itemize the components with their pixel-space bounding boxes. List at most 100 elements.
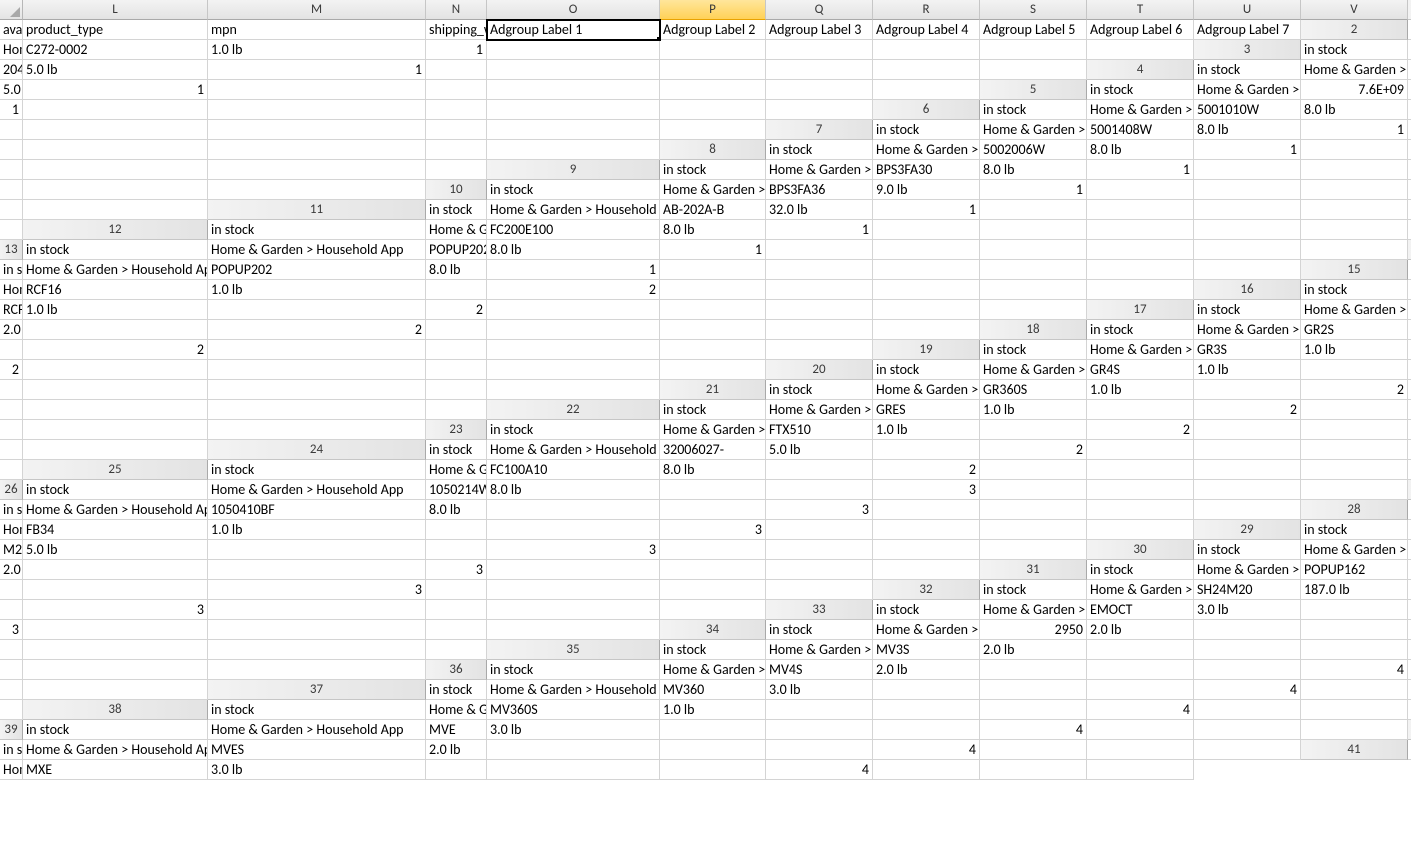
cell-S37[interactable]: 4 <box>1194 680 1301 700</box>
cell-V36[interactable] <box>23 680 208 700</box>
cell-U38[interactable] <box>1301 700 1408 720</box>
cell-R37[interactable] <box>1087 680 1194 700</box>
cell-O2[interactable]: 1.0 lb <box>208 40 426 60</box>
column-header-U[interactable]: U <box>1194 0 1301 20</box>
cell-V27[interactable] <box>1194 500 1301 520</box>
cell-S14[interactable] <box>873 260 980 280</box>
cell-S13[interactable] <box>980 240 1087 260</box>
cell-N3[interactable]: 20464501F <box>0 60 23 80</box>
cell-U39[interactable] <box>1194 720 1301 740</box>
cell-V13[interactable] <box>1301 240 1408 260</box>
row-header-19[interactable]: 19 <box>873 340 980 360</box>
column-header-S[interactable]: S <box>980 0 1087 20</box>
cell-U3[interactable] <box>873 60 980 80</box>
row-header-6[interactable]: 6 <box>873 100 980 120</box>
cell-P20[interactable] <box>1301 360 1408 380</box>
cell-S5[interactable] <box>426 100 487 120</box>
row-header-25[interactable]: 25 <box>23 460 208 480</box>
cell-O39[interactable]: 3.0 lb <box>487 720 660 740</box>
row-header-30[interactable]: 30 <box>1087 540 1194 560</box>
row-header-3[interactable]: 3 <box>1194 40 1301 60</box>
cell-V30[interactable] <box>873 560 980 580</box>
cell-L34[interactable]: in stock <box>766 620 873 640</box>
cell-Q38[interactable] <box>873 700 980 720</box>
cell-Q16[interactable]: 2 <box>426 300 487 320</box>
cell-Q17[interactable]: 2 <box>208 320 426 340</box>
cell-T20[interactable] <box>208 380 426 400</box>
cell-U6[interactable] <box>487 120 660 140</box>
cell-M10[interactable]: Home & Garden > Household App <box>660 180 766 200</box>
cell-S33[interactable] <box>23 620 208 640</box>
cell-N25[interactable]: FC100A10 <box>487 460 660 480</box>
row-header-36[interactable]: 36 <box>426 660 487 680</box>
cell-P5[interactable]: 1 <box>0 100 23 120</box>
cell-M30[interactable]: Home & Garden > Household App <box>1301 540 1408 560</box>
cell-V21[interactable] <box>426 400 487 420</box>
cell-T13[interactable] <box>1087 240 1194 260</box>
cell-R40[interactable] <box>766 740 873 760</box>
cell-Q39[interactable] <box>766 720 873 740</box>
row-header-32[interactable]: 32 <box>873 580 980 600</box>
cell-L11[interactable]: in stock <box>426 200 487 220</box>
cell-S29[interactable] <box>660 540 766 560</box>
cell-T6[interactable] <box>426 120 487 140</box>
cell-S34[interactable] <box>0 640 23 660</box>
cell-P40[interactable] <box>487 740 660 760</box>
cell-R1[interactable]: Adgroup Label 3 <box>766 20 873 40</box>
cell-T12[interactable] <box>1194 220 1301 240</box>
cell-R41[interactable] <box>660 760 766 780</box>
cell-L23[interactable]: in stock <box>487 420 660 440</box>
cell-R19[interactable] <box>23 360 208 380</box>
cell-M22[interactable]: Home & Garden > Household App <box>766 400 873 420</box>
cell-T7[interactable] <box>208 140 426 160</box>
cell-N31[interactable]: POPUP162 <box>1301 560 1408 580</box>
cell-O11[interactable]: 32.0 lb <box>766 200 873 220</box>
cell-Q2[interactable] <box>487 40 660 60</box>
cell-U28[interactable] <box>980 520 1087 540</box>
cell-L35[interactable]: in stock <box>660 640 766 660</box>
row-header-24[interactable]: 24 <box>208 440 426 460</box>
cell-Q8[interactable] <box>1301 140 1408 160</box>
cell-L26[interactable]: in stock <box>23 480 208 500</box>
cell-O16[interactable]: 1.0 lb <box>23 300 208 320</box>
cell-P31[interactable] <box>0 580 23 600</box>
cell-M7[interactable]: Home & Garden > Household App <box>980 120 1087 140</box>
cell-N38[interactable]: MV360S <box>487 700 660 720</box>
cell-N10[interactable]: BPS3FA36 <box>766 180 873 200</box>
cell-N20[interactable]: GR4S <box>1087 360 1194 380</box>
cell-P13[interactable]: 1 <box>660 240 766 260</box>
cell-R7[interactable] <box>0 140 23 160</box>
cell-O32[interactable]: 187.0 lb <box>1301 580 1408 600</box>
cell-M1[interactable]: product_type <box>23 20 208 40</box>
row-header-39[interactable]: 39 <box>0 720 23 740</box>
cell-L1[interactable]: availability <box>0 20 23 40</box>
cell-P26[interactable] <box>660 480 766 500</box>
cell-T4[interactable] <box>660 80 766 100</box>
cell-V20[interactable] <box>487 380 660 400</box>
cell-V8[interactable] <box>426 160 487 180</box>
cell-P37[interactable] <box>873 680 980 700</box>
cell-P12[interactable]: 1 <box>766 220 873 240</box>
cell-V5[interactable] <box>766 100 873 120</box>
cell-P23[interactable] <box>980 420 1087 440</box>
cell-T9[interactable] <box>0 180 23 200</box>
cell-N8[interactable]: 5002006W <box>980 140 1087 160</box>
cell-V2[interactable] <box>1087 40 1194 60</box>
cell-V26[interactable] <box>1301 480 1408 500</box>
cell-U12[interactable] <box>1301 220 1408 240</box>
cell-N34[interactable]: 2950 <box>980 620 1087 640</box>
cell-U1[interactable]: Adgroup Label 6 <box>1087 20 1194 40</box>
cell-S4[interactable] <box>487 80 660 100</box>
cell-U16[interactable] <box>873 300 980 320</box>
cell-M26[interactable]: Home & Garden > Household App <box>208 480 426 500</box>
cell-M4[interactable]: Home & Garden > Household App <box>1301 60 1408 80</box>
cell-R27[interactable]: 3 <box>766 500 873 520</box>
cell-O1[interactable]: shipping_weight <box>426 20 487 40</box>
row-header-20[interactable]: 20 <box>766 360 873 380</box>
cell-Q36[interactable] <box>1087 660 1194 680</box>
cell-Q19[interactable]: 2 <box>0 360 23 380</box>
cell-U2[interactable] <box>980 40 1087 60</box>
cell-T33[interactable] <box>208 620 426 640</box>
cell-T19[interactable] <box>426 360 487 380</box>
cell-R23[interactable] <box>1194 420 1301 440</box>
